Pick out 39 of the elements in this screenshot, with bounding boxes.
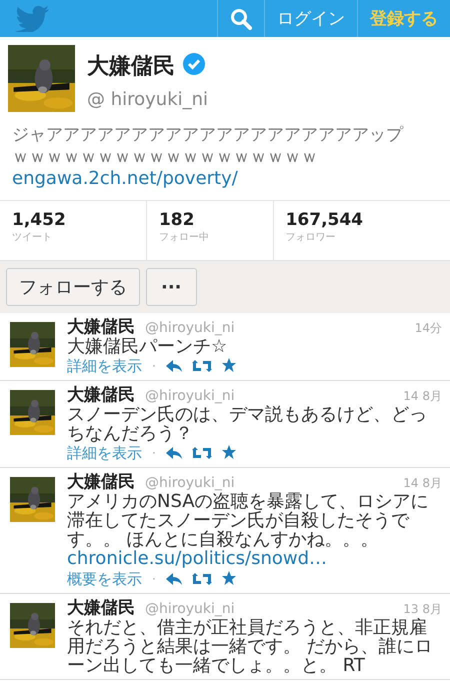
stat-label[interactable]: フォロー中 [158,230,261,244]
separator-dot: · [152,359,156,373]
tweet-text: アメリカのNSAの盗聴を暴露して、ロシアに滞在してたスノーデン氏が自殺したそうです。。 ほんとに自殺なんすかね。。。 [67,492,430,549]
stat-count[interactable]: 167,544 [286,210,438,230]
profile-name: 大嫌儲民 [87,53,175,81]
tweet-handle: @hiroyuki_ni [145,474,236,492]
tweet-author: 大嫌儲民 [67,385,135,405]
tweet-author: 大嫌儲民 [67,317,135,337]
tweet-time: 14 8月 [403,388,442,405]
signup-button[interactable]: 登録する [357,0,450,37]
bio-text: ｗｗｗｗｗｗｗｗｗｗｗｗｗｗｗｗｗｗ [12,146,319,168]
tweet-time: 13 8月 [403,601,442,618]
tweet-handle: @hiroyuki_ni [145,387,236,405]
profile-handle: @ hiroyuki_ni [87,89,208,110]
details-link[interactable]: 詳細を表示 [67,356,142,376]
follow-button[interactable]: フォローする [6,268,140,306]
tweet-text: スノーデン氏のは、デマ説もあるけど、どっちなんだろう？ [67,405,428,443]
tweet-time: 14 8月 [403,475,442,492]
tweet-handle: @hiroyuki_ni [145,600,236,618]
stat-count[interactable]: 182 [158,210,261,230]
login-button[interactable]: ログイン [264,0,357,37]
details-link[interactable]: 詳細を表示 [67,444,142,462]
tweet-link[interactable]: chronicle.su/politics/snowd… [67,549,442,569]
tweet-time: 14分 [414,320,442,337]
tweet-handle: @hiroyuki_ni [145,319,236,338]
bio-text: ジャアアアアアアアアアアアアアアアアアアアップ [12,124,404,146]
stat-label[interactable]: フォロワー [286,230,438,244]
search-icon[interactable] [230,8,252,30]
tweet-text: それだと、借主が正社員だろうと、非正規雇用だろうと結果は一緒です。 だから、誰にローン出しても一緒でしょ。。と。 RT [67,618,434,675]
tweet-text: 大嫌儲民パーンチ☆ [67,337,228,356]
stat-count[interactable]: 1,452 [12,210,134,230]
details-link[interactable]: 概要を表示 [67,570,142,588]
stat-label[interactable]: ツイート [12,230,134,244]
separator-dot: · [152,446,156,460]
tweet-author: 大嫌儲民 [67,598,135,618]
more-button[interactable]: ··· [146,268,197,306]
profile-link[interactable]: engawa.2ch.net/poverty/ [12,168,238,190]
tweet-author: 大嫌儲民 [67,472,135,492]
separator-dot: · [152,572,156,586]
